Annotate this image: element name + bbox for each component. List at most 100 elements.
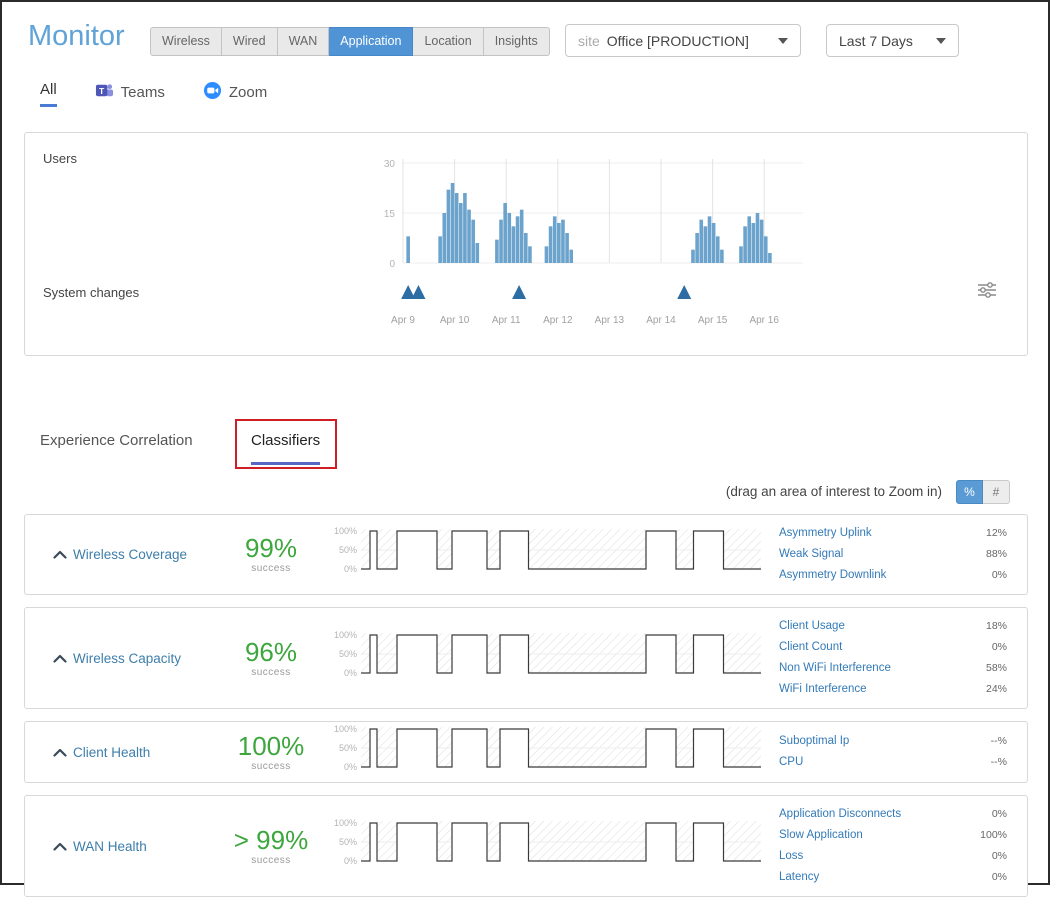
sub-classifier-row: Suboptimal Ip --% [779, 731, 1007, 752]
svg-text:0%: 0% [344, 856, 357, 866]
site-selector[interactable]: site Office [PRODUCTION] [565, 24, 801, 57]
overview-panel: Users System changes 30150Apr 9Apr 10Apr… [24, 132, 1028, 356]
nav-tab-wan[interactable]: WAN [278, 27, 330, 56]
sub-classifier-link[interactable]: CPU [779, 752, 803, 773]
success-caption: success [223, 667, 319, 678]
overview-chart-svg[interactable]: 30150Apr 9Apr 10Apr 11Apr 12Apr 13Apr 14… [355, 145, 815, 345]
site-value: Office [PRODUCTION] [607, 33, 749, 49]
svg-text:Apr 9: Apr 9 [391, 315, 415, 326]
classifier-name-link[interactable]: Wireless Capacity [73, 651, 223, 666]
success-percent-value: > 99% [223, 827, 319, 853]
svg-text:Apr 14: Apr 14 [646, 315, 676, 326]
sub-classifier-list: Asymmetry Uplink 12%Weak Signal88%Asymmet… [779, 523, 1007, 586]
classifier-card-wan-health: WAN Health > 99% success 100%50%0% Appli… [24, 795, 1028, 897]
tab-all[interactable]: All [40, 81, 57, 107]
tab-teams[interactable]: T Teams [95, 81, 165, 110]
sub-classifier-link[interactable]: Weak Signal [779, 544, 843, 565]
svg-text:15: 15 [384, 209, 396, 220]
time-range-value: Last 7 Days [839, 33, 913, 49]
tab-classifiers[interactable]: Classifiers [251, 432, 320, 465]
success-percent-value: 99% [223, 535, 319, 561]
sub-classifier-row: Weak Signal88% [779, 544, 1007, 565]
collapse-chevron-icon[interactable] [53, 748, 73, 757]
sub-classifier-row: Asymmetry Downlink 0% [779, 565, 1007, 586]
classifier-list: Wireless Coverage 99% success 100%50%0% … [24, 514, 1028, 909]
classifier-card-wireless-capacity: Wireless Capacity 96% success 100%50%0% … [24, 607, 1028, 709]
svg-text:Apr 15: Apr 15 [698, 315, 728, 326]
tab-experience-correlation[interactable]: Experience Correlation [40, 432, 193, 449]
success-percent-value: 100% [223, 733, 319, 759]
collapse-chevron-icon[interactable] [53, 842, 73, 851]
svg-text:50%: 50% [339, 743, 357, 753]
site-prefix-label: site [578, 33, 600, 49]
sub-classifier-value: 12% [986, 523, 1007, 544]
sub-classifier-row: Client Usage 18% [779, 616, 1007, 637]
svg-text:0%: 0% [344, 668, 357, 678]
svg-text:T: T [99, 86, 105, 96]
sparkline-chart[interactable]: 100%50%0% [327, 723, 767, 782]
classifier-score: 96% success [223, 639, 319, 678]
sub-classifier-list: Client Usage 18%Client Count0%Non WiFi In… [779, 616, 1007, 700]
tab-all-label: All [40, 81, 57, 98]
nav-tab-wireless[interactable]: Wireless [150, 27, 222, 56]
nav-tab-insights[interactable]: Insights [484, 27, 550, 56]
sub-classifier-link[interactable]: WiFi Interference [779, 679, 867, 700]
svg-text:0: 0 [389, 259, 395, 270]
classifier-score: 99% success [223, 535, 319, 574]
svg-text:Apr 16: Apr 16 [749, 315, 779, 326]
sparkline-chart[interactable]: 100%50%0% [327, 817, 767, 876]
sub-classifier-link[interactable]: Suboptimal Ip [779, 731, 849, 752]
sub-classifier-row: Asymmetry Uplink 12% [779, 523, 1007, 544]
sub-classifier-row: Non WiFi Interference 58% [779, 658, 1007, 679]
sub-classifier-link[interactable]: Client Count [779, 637, 842, 658]
nav-tab-location[interactable]: Location [413, 27, 483, 56]
sub-classifier-value: 100% [980, 825, 1007, 846]
view-tabs: Wireless Wired WAN Application Location … [150, 27, 550, 56]
svg-text:Apr 13: Apr 13 [595, 315, 625, 326]
page-title: Monitor [28, 20, 125, 53]
sub-classifier-list: Application Disconnects0%Slow Applicatio… [779, 804, 1007, 888]
sub-classifier-value: --% [991, 731, 1007, 752]
sub-classifier-value: 0% [992, 804, 1007, 825]
svg-text:100%: 100% [334, 724, 357, 734]
sub-classifier-link[interactable]: Asymmetry Downlink [779, 565, 886, 586]
settings-sliders-icon[interactable] [977, 281, 997, 304]
sub-classifier-list: Suboptimal Ip --%CPU--% [779, 731, 1007, 773]
classifier-name-link[interactable]: Wireless Coverage [73, 547, 223, 562]
nav-tab-wired[interactable]: Wired [222, 27, 278, 56]
classifier-score: 100% success [223, 733, 319, 772]
system-changes-label: System changes [43, 285, 139, 300]
sub-classifier-link[interactable]: Non WiFi Interference [779, 658, 891, 679]
sub-classifier-link[interactable]: Application Disconnects [779, 804, 901, 825]
classifier-name-link[interactable]: WAN Health [73, 839, 223, 854]
svg-text:Apr 10: Apr 10 [440, 315, 470, 326]
unit-toggle-count[interactable]: # [983, 480, 1010, 504]
sub-classifier-link[interactable]: Asymmetry Uplink [779, 523, 872, 544]
sub-classifier-value: 24% [986, 679, 1007, 700]
sub-classifier-value: 0% [992, 846, 1007, 867]
sparkline-chart[interactable]: 100%50%0% [327, 525, 767, 584]
app-filter-tabs: All T Teams Zoom [40, 81, 305, 110]
collapse-chevron-icon[interactable] [53, 550, 73, 559]
tab-zoom[interactable]: Zoom [203, 81, 267, 110]
sub-classifier-link[interactable]: Slow Application [779, 825, 863, 846]
sub-classifier-row: CPU--% [779, 752, 1007, 773]
zoom-icon [203, 81, 222, 104]
svg-text:50%: 50% [339, 837, 357, 847]
sub-classifier-row: Client Count0% [779, 637, 1007, 658]
sub-classifier-link[interactable]: Client Usage [779, 616, 845, 637]
classifier-name-link[interactable]: Client Health [73, 745, 223, 760]
sub-classifier-value: 0% [992, 565, 1007, 586]
classifier-card-wireless-coverage: Wireless Coverage 99% success 100%50%0% … [24, 514, 1028, 595]
sub-classifier-link[interactable]: Loss [779, 846, 803, 867]
sparkline-chart[interactable]: 100%50%0% [327, 629, 767, 688]
nav-tab-application[interactable]: Application [329, 27, 413, 56]
time-range-selector[interactable]: Last 7 Days [826, 24, 959, 57]
sub-classifier-row: Loss 0% [779, 846, 1007, 867]
unit-toggle-percent[interactable]: % [956, 480, 983, 504]
svg-text:Apr 11: Apr 11 [492, 315, 521, 326]
sub-classifier-value: 58% [986, 658, 1007, 679]
sub-classifier-row: Slow Application 100% [779, 825, 1007, 846]
sub-classifier-value: 18% [986, 616, 1007, 637]
collapse-chevron-icon[interactable] [53, 654, 73, 663]
